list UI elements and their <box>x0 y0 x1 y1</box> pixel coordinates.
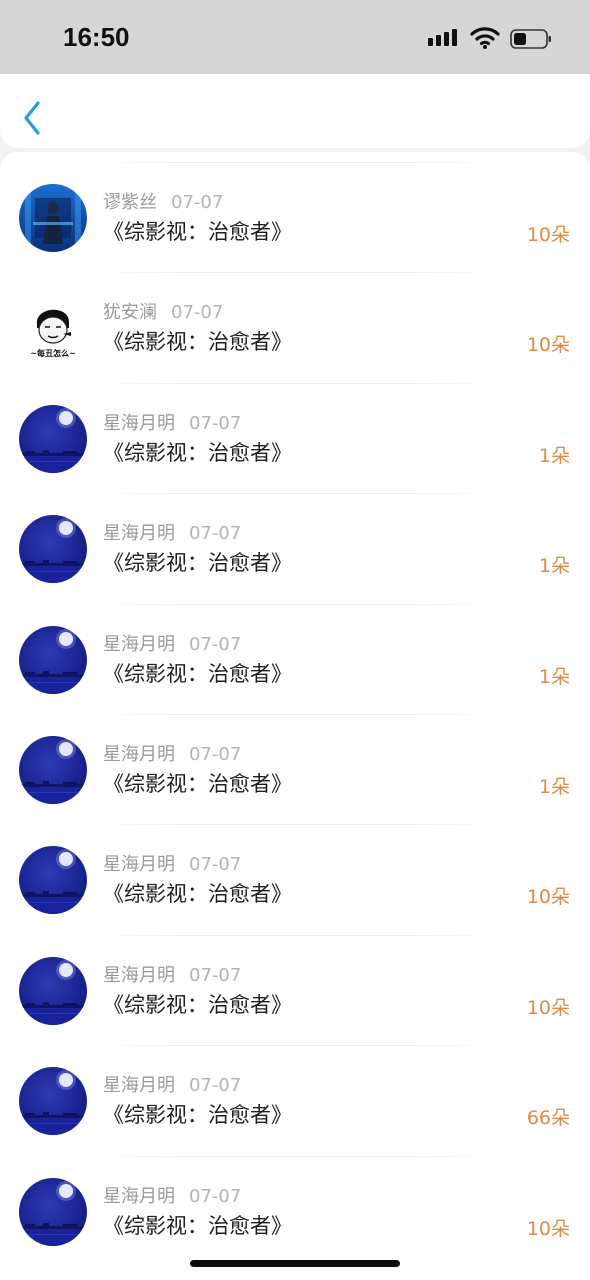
status-time: 16:50 <box>63 22 130 52</box>
list-item[interactable]: 星海月明 07-07 《综影视：治愈者》 66朵 <box>0 1045 590 1155</box>
row-divider <box>100 382 490 384</box>
book-title: 《综影视：治愈者》 <box>103 661 292 686</box>
record-list: 谬紫丝 07-07 《综影视：治愈者》 10朵 ~每丑怎么~ 犹安澜 07-07 《综影视：治… <box>0 152 590 1280</box>
book-title: 《综影视：治愈者》 <box>103 992 292 1017</box>
record-date: 07-07 <box>189 412 242 434</box>
avatar[interactable] <box>19 1067 87 1136</box>
record-meta: 谬紫丝 07-07 <box>103 188 223 214</box>
battery-icon <box>510 29 551 49</box>
user-name[interactable]: 星海月明 <box>103 523 175 544</box>
svg-text:~每丑怎么~: ~每丑怎么~ <box>30 348 75 358</box>
record-meta: 星海月明 07-07 <box>103 740 241 766</box>
row-divider <box>100 162 490 163</box>
gift-amount: 66朵 <box>526 1107 570 1130</box>
user-name[interactable]: 星海月明 <box>103 1075 175 1096</box>
record-meta: 星海月明 07-07 <box>103 1182 241 1208</box>
user-name[interactable]: 星海月明 <box>103 854 175 875</box>
record-date: 07-07 <box>171 192 224 213</box>
record-date: 07-07 <box>189 1185 242 1207</box>
record-date: 07-07 <box>189 854 242 876</box>
list-item[interactable]: 星海月明 07-07 《综影视：治愈者》 1朵 <box>0 382 590 493</box>
book-title: 《综影视：治愈者》 <box>103 772 292 796</box>
record-date: 07-07 <box>189 744 242 765</box>
record-meta: 星海月明 07-07 <box>103 850 241 876</box>
row-divider <box>100 714 490 715</box>
nav-bar <box>0 74 590 148</box>
record-date: 07-07 <box>189 964 242 986</box>
row-divider <box>100 934 490 936</box>
gift-amount: 10朵 <box>526 886 570 909</box>
list-item[interactable]: 星海月明 07-07 《综影视：治愈者》 1朵 <box>0 493 590 603</box>
avatar[interactable] <box>19 1177 87 1246</box>
book-title: 《综影视：治愈者》 <box>103 440 292 465</box>
user-name[interactable]: 星海月明 <box>103 965 175 986</box>
avatar[interactable] <box>19 184 87 252</box>
record-meta: 犹安澜 07-07 <box>103 298 223 324</box>
book-title: 《综影视：治愈者》 <box>103 1213 292 1238</box>
list-item[interactable]: 谬紫丝 07-07 《综影视：治愈者》 10朵 <box>0 162 590 272</box>
list-item[interactable]: 星海月明 07-07 《综影视：治愈者》 10朵 <box>0 934 590 1045</box>
book-title: 《综影视：治愈者》 <box>103 1103 292 1128</box>
status-bar: 16:50 <box>0 0 590 74</box>
record-meta: 星海月明 07-07 <box>103 1071 241 1097</box>
avatar[interactable]: ~每丑怎么~ <box>19 294 87 363</box>
record-meta: 星海月明 07-07 <box>103 519 241 545</box>
gift-amount: 1朵 <box>538 665 570 688</box>
gift-amount: 1朵 <box>538 444 570 467</box>
chevron-left-icon[interactable] <box>18 98 48 138</box>
row-divider <box>100 824 490 826</box>
book-title: 《综影视：治愈者》 <box>103 882 292 907</box>
gift-amount: 1朵 <box>538 776 570 798</box>
status-icons <box>428 26 552 54</box>
user-name[interactable]: 谬紫丝 <box>103 192 157 213</box>
row-divider <box>100 493 490 495</box>
row-divider <box>100 1045 490 1047</box>
avatar[interactable] <box>19 625 87 694</box>
home-indicator[interactable] <box>190 1260 400 1267</box>
user-name[interactable]: 犹安澜 <box>103 302 157 323</box>
avatar[interactable] <box>19 515 87 584</box>
book-title: 《综影视：治愈者》 <box>103 220 292 244</box>
book-title: 《综影视：治愈者》 <box>103 330 292 355</box>
record-date: 07-07 <box>189 633 242 655</box>
gift-amount: 10朵 <box>526 224 570 246</box>
record-date: 07-07 <box>171 302 224 324</box>
list-item[interactable]: 星海月明 07-07 《综影视：治愈者》 1朵 <box>0 603 590 714</box>
list-item[interactable]: 星海月明 07-07 《综影视：治愈者》 10朵 <box>0 824 590 934</box>
record-date: 07-07 <box>189 523 242 545</box>
avatar[interactable] <box>19 846 87 915</box>
user-name[interactable]: 星海月明 <box>103 413 175 434</box>
user-name[interactable]: 星海月明 <box>103 634 175 655</box>
avatar[interactable] <box>19 404 87 473</box>
gift-amount: 10朵 <box>526 996 570 1019</box>
gift-amount: 10朵 <box>526 334 570 357</box>
row-divider <box>100 1155 490 1157</box>
user-name[interactable]: 星海月明 <box>103 744 175 765</box>
gift-amount: 10朵 <box>526 1217 570 1240</box>
record-date: 07-07 <box>189 1075 242 1097</box>
row-divider <box>100 603 490 605</box>
list-item[interactable]: 星海月明 07-07 《综影视：治愈者》 1朵 <box>0 714 590 824</box>
record-meta: 星海月明 07-07 <box>103 961 241 987</box>
cellular-signal-icon <box>428 26 460 50</box>
user-name[interactable]: 星海月明 <box>103 1186 175 1207</box>
avatar[interactable] <box>19 736 87 804</box>
book-title: 《综影视：治愈者》 <box>103 551 292 576</box>
record-meta: 星海月明 07-07 <box>103 409 241 435</box>
gift-amount: 1朵 <box>538 555 570 578</box>
row-divider <box>100 272 490 274</box>
avatar[interactable] <box>19 956 87 1025</box>
list-item[interactable]: 星海月明 07-07 《综影视：治愈者》 10朵 <box>0 1155 590 1266</box>
list-item[interactable]: ~每丑怎么~ 犹安澜 07-07 《综影视：治愈者》 10朵 <box>0 272 590 382</box>
wifi-icon <box>470 27 500 49</box>
record-meta: 星海月明 07-07 <box>103 630 241 656</box>
